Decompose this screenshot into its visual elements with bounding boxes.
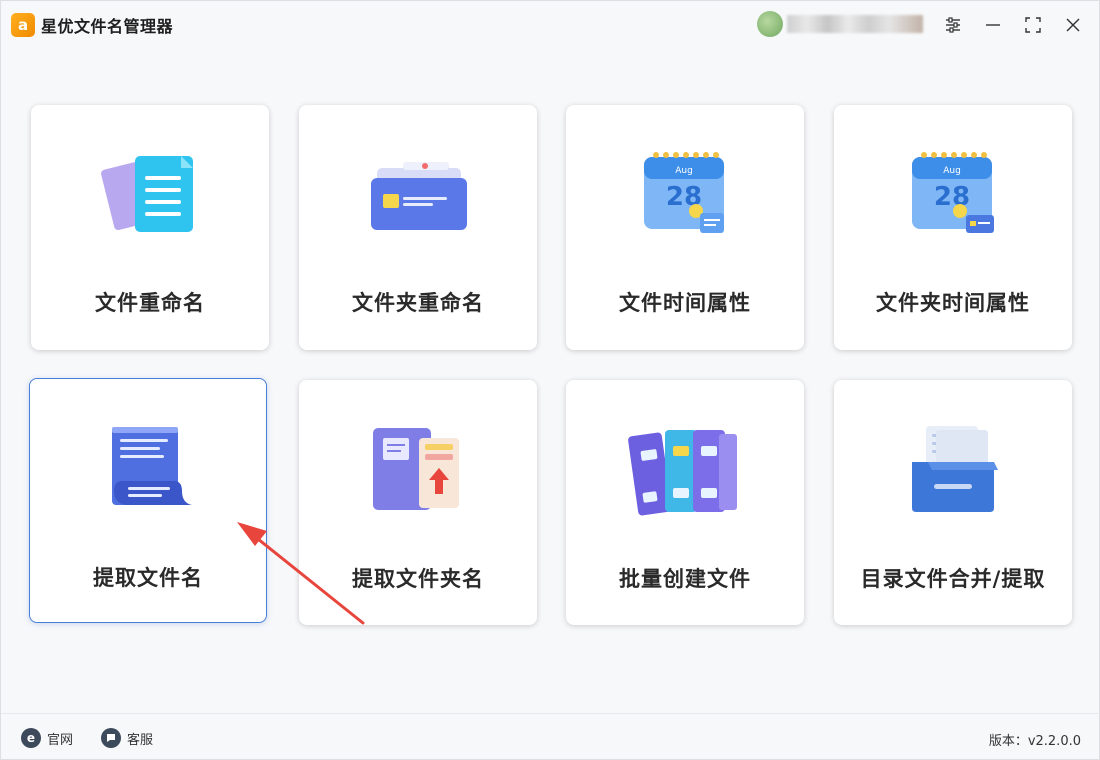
card-label: 文件夹时间属性 xyxy=(876,291,1030,315)
card-label: 文件夹重命名 xyxy=(352,291,484,315)
card-label: 文件重命名 xyxy=(95,291,205,315)
user-avatar[interactable] xyxy=(757,11,783,37)
folder-icon xyxy=(358,145,478,245)
card-label: 批量创建文件 xyxy=(619,567,751,591)
settings-button[interactable] xyxy=(941,13,965,37)
file-tray-icon xyxy=(893,420,1013,520)
card-extract-filenames[interactable]: 提取文件名 xyxy=(29,378,267,623)
svg-text:Aug: Aug xyxy=(943,166,961,176)
card-file-rename[interactable]: 文件重命名 xyxy=(31,105,269,350)
card-folder-time-attributes[interactable]: Aug 28 文件夹时间属性 xyxy=(834,105,1072,350)
website-label: 官网 xyxy=(47,732,74,748)
maximize-icon xyxy=(1025,17,1041,33)
customer-service-label: 客服 xyxy=(127,732,154,748)
sliders-icon xyxy=(946,17,960,33)
card-merge-extract-directory[interactable]: 目录文件合并/提取 xyxy=(834,380,1072,625)
user-name-blurred[interactable] xyxy=(787,15,923,33)
app-logo-icon: a xyxy=(11,13,35,37)
chat-bubble-icon xyxy=(101,728,121,748)
svg-text:Aug: Aug xyxy=(675,166,693,176)
binders-icon xyxy=(625,420,745,520)
card-label: 目录文件合并/提取 xyxy=(860,567,1046,591)
website-icon: e xyxy=(21,728,41,748)
minimize-icon xyxy=(986,24,1000,26)
calendar-icon: Aug 28 xyxy=(625,145,745,245)
card-folder-rename[interactable]: 文件夹重命名 xyxy=(299,105,537,350)
card-label: 提取文件夹名 xyxy=(352,567,484,591)
title-bar: a 星优文件名管理器 xyxy=(1,1,1100,49)
calendar-folder-icon: Aug 28 xyxy=(893,145,1013,245)
footer-bar: e 官网 客服 版本：v2.2.0.0 xyxy=(1,713,1100,760)
close-icon xyxy=(1066,18,1080,32)
book-folder-icon xyxy=(358,420,478,520)
app-window: a 星优文件名管理器 文件重命名 文件夹重命名 Aug 28 文件时间属性 Au… xyxy=(0,0,1100,760)
customer-service-link[interactable]: 客服 xyxy=(101,728,153,748)
version-text: 版本：v2.2.0.0 xyxy=(988,734,1081,749)
card-label: 提取文件名 xyxy=(93,566,203,590)
scroll-document-icon xyxy=(89,419,209,519)
app-title: 星优文件名管理器 xyxy=(41,17,174,36)
maximize-button[interactable] xyxy=(1021,13,1045,37)
card-file-time-attributes[interactable]: Aug 28 文件时间属性 xyxy=(566,105,804,350)
close-button[interactable] xyxy=(1061,13,1085,37)
files-icon xyxy=(90,145,210,245)
website-link[interactable]: e 官网 xyxy=(21,728,73,748)
card-extract-folder-names[interactable]: 提取文件夹名 xyxy=(299,380,537,625)
minimize-button[interactable] xyxy=(981,13,1005,37)
card-batch-create-files[interactable]: 批量创建文件 xyxy=(566,380,804,625)
card-label: 文件时间属性 xyxy=(619,291,751,315)
